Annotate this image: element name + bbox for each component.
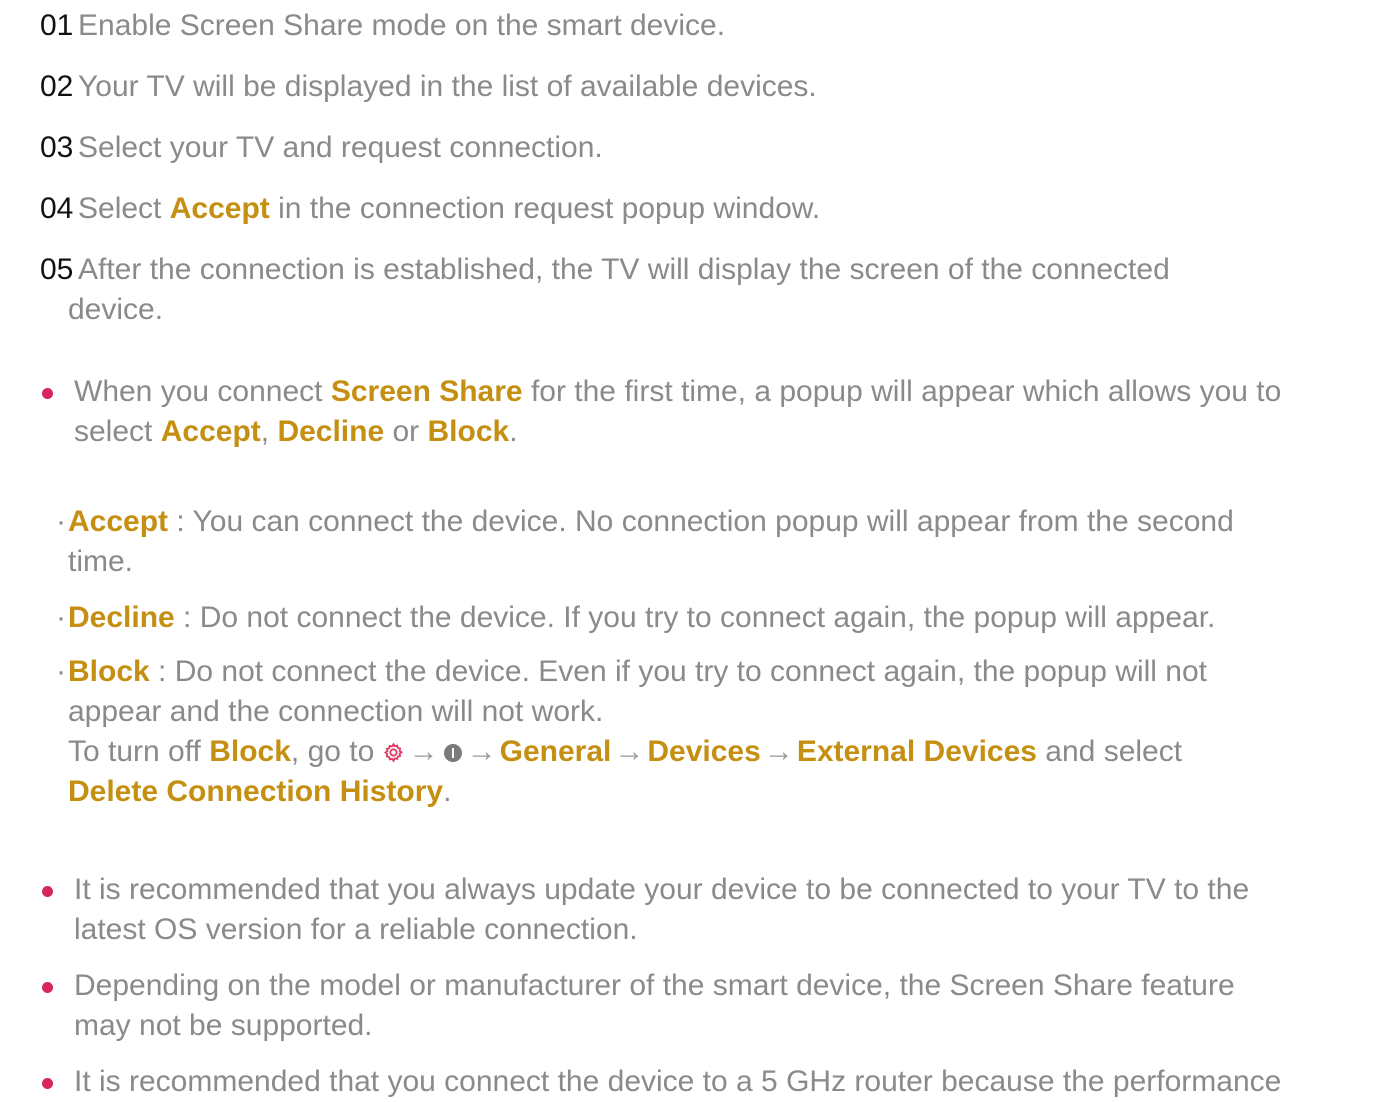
- note-text: latest OS version for a reliable connect…: [74, 913, 638, 946]
- step-text: Enable Screen Share mode on the smart de…: [78, 9, 726, 42]
- accept-label: Accept: [160, 415, 261, 448]
- note-text: .: [509, 415, 518, 448]
- note-text: Depending on the model or manufacturer o…: [74, 969, 1235, 1002]
- step-number: 02: [40, 70, 74, 103]
- accept-label: Accept: [169, 192, 270, 225]
- turnoff-text: , go to: [290, 735, 383, 768]
- decline-label: Decline: [68, 601, 175, 634]
- general-menu-label: General: [499, 735, 612, 768]
- step-text: After the connection is established, the…: [78, 253, 1170, 286]
- note-text: may not be supported.: [74, 1009, 373, 1042]
- block-label: Block: [68, 655, 150, 688]
- sub-item-block: · Block : Do not connect the device. Eve…: [56, 655, 1208, 808]
- decline-label: Decline: [277, 415, 385, 448]
- step-number: 04: [40, 192, 74, 225]
- arrow-right-icon: →: [614, 735, 645, 768]
- step-text: Your TV will be displayed in the list of…: [78, 70, 817, 103]
- step-4: 04 Select Accept in the connection reques…: [40, 189, 1360, 229]
- step-number: 01: [40, 9, 74, 42]
- block-text: : Do not connect the device. Even if you…: [149, 655, 1208, 688]
- block-text-continued: appear and the connection will not work.: [68, 695, 604, 728]
- step-text-post: in the connection request popup window.: [269, 192, 821, 225]
- turnoff-text: and select: [1036, 735, 1183, 768]
- more-info-icon: [443, 744, 462, 762]
- step-text-continued: device.: [68, 293, 164, 326]
- accept-text: : You can connect the device. No connect…: [168, 505, 1234, 538]
- step-1: 01 Enable Screen Share mode on the smart …: [40, 6, 1360, 46]
- external-devices-menu-label: External Devices: [796, 735, 1037, 768]
- step-text: Select your TV and request connection.: [78, 131, 603, 164]
- note-text: It is recommended that you always update…: [74, 873, 1250, 906]
- step-2: 02 Your TV will be displayed in the list …: [40, 67, 1360, 107]
- step-number: 05: [40, 253, 74, 286]
- note-text: select: [74, 415, 161, 448]
- sub-item-accept: · Accept : You can connect the device. N…: [56, 505, 1234, 578]
- block-label: Block: [209, 735, 291, 768]
- settings-gear-icon: [383, 734, 404, 763]
- bullet-dot: [42, 886, 53, 897]
- arrow-right-icon: →: [408, 735, 439, 768]
- turnoff-text: To turn off: [68, 735, 210, 768]
- arrow-right-icon: →: [763, 735, 794, 768]
- accept-text-continued: time.: [68, 545, 134, 578]
- step-number: 03: [40, 131, 74, 164]
- bullet-dot: [42, 388, 53, 399]
- arrow-right-icon: →: [466, 735, 497, 768]
- note-text: ,: [260, 415, 278, 448]
- bullet-dot: [42, 982, 53, 993]
- accept-label: Accept: [68, 505, 169, 538]
- decline-text: : Do not connect the device. If you try …: [174, 601, 1216, 634]
- step-5: 05 After the connection is established, t…: [40, 250, 1360, 330]
- turnoff-text: .: [443, 775, 452, 808]
- note-text: or: [384, 415, 428, 448]
- delete-connection-history-label: Delete Connection History: [68, 775, 444, 808]
- devices-menu-label: Devices: [647, 735, 761, 768]
- bullet-dot: [42, 1078, 53, 1089]
- block-label: Block: [427, 415, 510, 448]
- screen-share-label: Screen Share: [330, 375, 523, 408]
- note-text: It is recommended that you connect the d…: [74, 1065, 1282, 1098]
- manual-page: 01 Enable Screen Share mode on the smart …: [0, 0, 1377, 1098]
- sub-item-decline: · Decline : Do not connect the device. I…: [56, 601, 1216, 634]
- note-text: When you connect: [74, 375, 331, 408]
- step-3: 03 Select your TV and request connection.: [40, 128, 1360, 168]
- note-text: for the first time, a popup will appear …: [522, 375, 1282, 408]
- step-text-pre: Select: [78, 192, 170, 225]
